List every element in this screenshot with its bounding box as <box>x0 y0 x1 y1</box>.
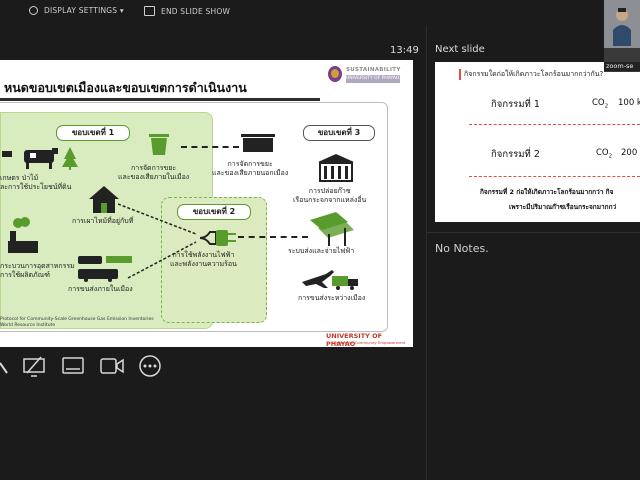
activity2-value: 200 <box>621 148 638 158</box>
solar-grid-icon <box>310 212 354 246</box>
activity2-co2: CO2 <box>596 148 612 160</box>
next-slide-preview[interactable]: กิจกรรมใดก่อให้เกิดภาวะโลกร้อนมากกว่ากัน… <box>435 62 640 222</box>
slide-timer: 13:49 <box>390 45 419 56</box>
subtitles-icon[interactable] <box>62 355 84 377</box>
sustain-logo-line1: SUSTAINABILITY <box>346 67 401 73</box>
sustain-logo-line2: UNIVERSITY OF PHAYAO <box>346 75 400 83</box>
next-slide-footer-line1: กิจกรรมที่ 2 ก่อให้เกิดภาวะโลกร้อนมากกว่… <box>480 188 614 196</box>
activity2-co2-text: CO <box>596 148 609 158</box>
scope1-pill: ขอบเขตที่ 1 <box>56 125 130 141</box>
display-settings-label: DISPLAY SETTINGS ▾ <box>44 6 124 15</box>
waste-connector <box>181 146 239 148</box>
waste-out-label: การจัดการขยะ และของเสียภายนอกเมือง <box>212 160 289 177</box>
participant-avatar <box>613 8 631 46</box>
imports-building-icon <box>318 154 354 182</box>
notes-divider <box>427 232 640 233</box>
activity1-co2: CO2 <box>592 98 608 110</box>
activity2-co2-sub: 2 <box>608 153 613 160</box>
speaker-notes: No Notes. <box>435 242 489 255</box>
university-seal-icon <box>328 66 342 82</box>
row-divider-1 <box>469 124 640 125</box>
footnote-line2: World Resource Institute <box>0 322 56 328</box>
activity1-label: กิจกรรมที่ 1 <box>491 99 540 110</box>
activity2-label: กิจกรรมที่ 2 <box>491 149 540 160</box>
activity1-value: 100 k <box>618 98 640 108</box>
grid-connector <box>238 236 308 238</box>
footnote: Protocol for Community-Scale Greenhouse … <box>0 317 154 328</box>
agriculture-label: เกษตร ป่าไม้ ละการใช้ประโยชน์ที่ดิน <box>0 174 72 191</box>
end-slide-show-button[interactable]: END SLIDE SHOW <box>144 6 230 16</box>
house-icon <box>89 186 119 213</box>
slide-title: หนดขอบเขตเมืองและขอบเขตการดำเนินงาน <box>4 80 247 95</box>
top-toolbar: DISPLAY SETTINGS ▾ END SLIDE SHOW <box>0 0 640 26</box>
participant-video[interactable]: zoom-se <box>604 0 640 72</box>
participant-name: zoom-se <box>604 62 640 71</box>
grid-label: ระบบส่งและจ่ายไฟฟ้า <box>288 247 355 255</box>
row-divider-2 <box>469 176 640 177</box>
camera-icon[interactable] <box>100 355 124 377</box>
university-tagline: Wisdom for Community Empowerment <box>332 340 406 345</box>
power-plug-icon <box>200 230 236 246</box>
display-settings-icon <box>29 6 38 15</box>
agriculture-icon <box>2 147 78 170</box>
factory-icon <box>8 217 38 253</box>
imports-label: การปล่อยก๊าซ เรือนกระจกจากแหล่งอื่น <box>293 187 367 204</box>
next-slide-label: Next slide <box>435 44 485 55</box>
zoom-search-icon[interactable] <box>0 355 8 377</box>
more-options-icon[interactable] <box>139 355 161 377</box>
industry-label: กระบวนการอุตสาหกรรม การใช้ผลิตภัณฑ์ <box>0 262 75 279</box>
title-underline <box>0 98 320 101</box>
transport-in-label: การขนส่งภายในเมือง <box>68 285 133 293</box>
sustainability-logo: SUSTAINABILITY UNIVERSITY OF PHAYAO <box>328 66 402 84</box>
panel-divider <box>426 26 427 480</box>
waste-in-label: การจัดการขยะ และของเสียภายในเมือง <box>118 164 190 181</box>
building-label: การเผาไหม้ที่อยู่กับที่ <box>72 217 134 225</box>
display-settings-button[interactable]: DISPLAY SETTINGS ▾ <box>29 6 124 15</box>
transport-out-label: การขนส่งระหว่างเมือง <box>298 294 366 302</box>
activity1-co2-sub: 2 <box>604 103 609 110</box>
scope3-pill: ขอบเขตที่ 3 <box>303 125 375 141</box>
intercity-transport-icon <box>302 270 358 290</box>
dumpster-icon <box>241 134 275 152</box>
end-slide-show-label: END SLIDE SHOW <box>161 6 231 16</box>
activity1-co2-text: CO <box>592 98 605 108</box>
scope2-connectors <box>118 203 197 279</box>
next-slide-footer-line2: เพราะมีปริมาณก๊าซเรือนกระจกมากกว่ <box>509 203 617 211</box>
waste-bin-icon <box>149 134 169 155</box>
pen-screen-icon[interactable] <box>23 355 45 377</box>
electricity-label: การใช้พลังงานไฟฟ้า และพลังงานความร้อน <box>170 251 237 268</box>
next-slide-heading: กิจกรรมใดก่อให้เกิดภาวะโลกร้อนมากกว่ากัน… <box>459 69 603 80</box>
current-slide: หนดขอบเขตเมืองและขอบเขตการดำเนินงาน SUST… <box>0 60 413 347</box>
end-slide-show-icon <box>144 6 155 16</box>
footnote-line1: Protocol for Community-Scale Greenhouse … <box>0 317 154 322</box>
